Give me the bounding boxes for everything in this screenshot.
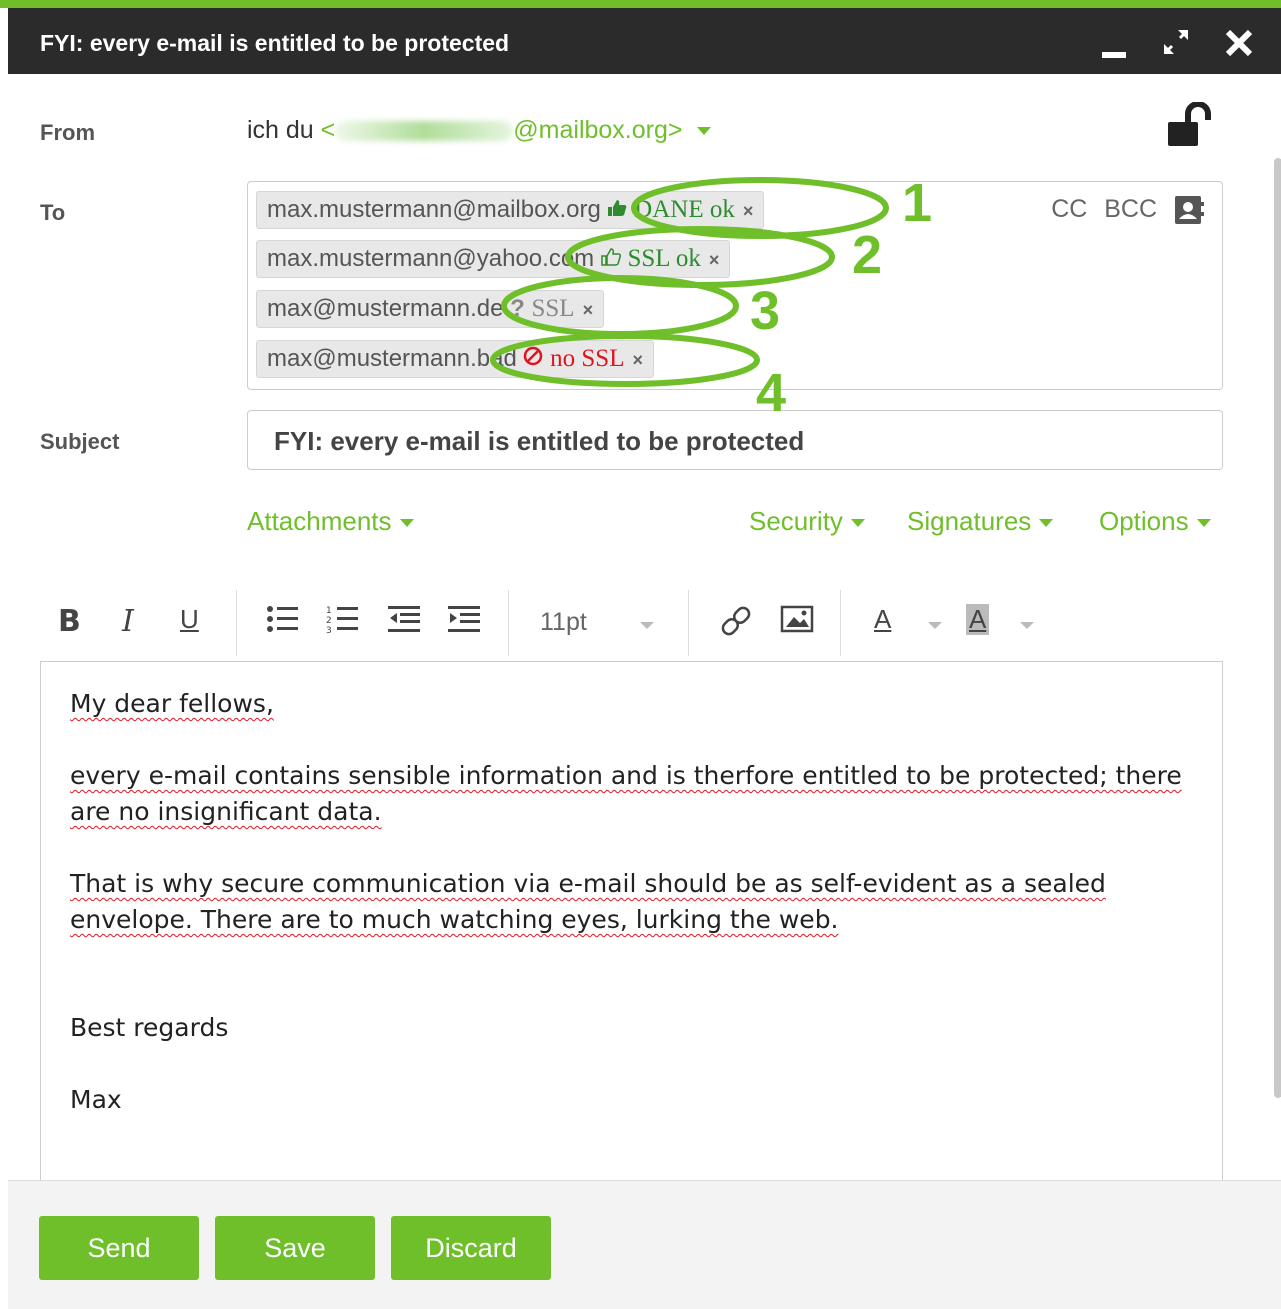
to-label: To (40, 200, 66, 225)
dane-status: DANE ok (634, 196, 735, 223)
question-icon: ? (510, 295, 525, 322)
annotation-number: 4 (756, 363, 787, 423)
toolbar-divider (688, 590, 689, 656)
signatures-menu[interactable]: Signatures (907, 506, 1054, 537)
discard-button[interactable]: Discard (391, 1216, 551, 1280)
message-body-editor[interactable]: My dear fellows, every e-mail contains s… (40, 661, 1223, 1261)
greeting-text: My dear fellows, (70, 689, 274, 718)
body-paragraph: every e-mail contains sensible informati… (70, 761, 1182, 826)
subject-label: Subject (40, 429, 120, 454)
window-title: FYI: every e-mail is entitled to be prot… (40, 30, 510, 56)
redacted-address (335, 121, 514, 142)
expand-icon[interactable] (1158, 22, 1194, 62)
greeting-line: My dear fellows, (70, 686, 1193, 722)
annotation-number: 3 (750, 281, 781, 341)
subject-input[interactable]: FYI: every e-mail is entitled to be prot… (247, 410, 1223, 470)
thumbs-up-filled-icon (607, 196, 634, 223)
cc-link[interactable]: CC (1051, 195, 1087, 223)
cc-bcc-area: CC BCC (1041, 194, 1204, 226)
close-icon[interactable] (1221, 22, 1257, 62)
compose-title-bar: FYI: every e-mail is entitled to be prot… (8, 8, 1281, 74)
svg-text:1: 1 (326, 606, 332, 616)
recipient-email: max@mustermann.bad (267, 345, 517, 372)
remove-recipient-icon[interactable]: × (709, 250, 720, 270)
font-color-button[interactable]: A (874, 604, 891, 635)
toolbar-divider (508, 590, 509, 656)
chevron-down-icon (1039, 519, 1054, 528)
accent-top-line (0, 0, 1281, 8)
chevron-down-icon (399, 519, 414, 528)
closing-line: Best regards (70, 1013, 229, 1042)
chevron-down-icon (640, 622, 654, 629)
options-menu[interactable]: Options (1099, 506, 1211, 537)
sender-open-bracket: < (320, 116, 336, 144)
signatures-label: Signatures (907, 506, 1032, 536)
scrollbar[interactable] (1274, 158, 1281, 1098)
thumbs-up-outline-icon (601, 245, 628, 272)
outdent-icon[interactable] (388, 604, 422, 642)
from-selector[interactable]: ich du < @mailbox.org> (247, 116, 712, 145)
recipients-field[interactable]: max.mustermann@mailbox.org DANE ok × max.… (247, 181, 1223, 390)
image-icon[interactable] (780, 604, 814, 642)
chevron-down-icon (697, 127, 712, 136)
toolbar-divider (840, 590, 841, 656)
svg-text:2: 2 (326, 616, 332, 626)
annotation-number: 1 (902, 173, 933, 233)
compose-footer: Send Save Discard (8, 1180, 1281, 1309)
link-icon[interactable] (718, 604, 754, 646)
signature-line: Max (70, 1085, 122, 1114)
save-button[interactable]: Save (215, 1216, 375, 1280)
no-ssl-status: no SSL (550, 345, 625, 372)
sender-name: ich du (247, 116, 314, 144)
bcc-link[interactable]: BCC (1104, 195, 1157, 223)
numbered-list-icon[interactable]: 123 (326, 604, 360, 642)
recipient-email: max.mustermann@mailbox.org (267, 196, 601, 223)
ssl-unknown-status: SSL (531, 295, 575, 322)
from-label: From (40, 120, 95, 145)
italic-button[interactable]: I (122, 604, 134, 639)
recipient-email: max@mustermann.de (267, 295, 504, 322)
minimize-icon[interactable] (1096, 22, 1132, 62)
recipient-token[interactable]: max@mustermann.bad no SSL × (256, 340, 654, 378)
svg-text:3: 3 (326, 626, 332, 634)
remove-recipient-icon[interactable]: × (743, 201, 754, 221)
bold-button[interactable]: B (58, 604, 81, 639)
chevron-down-icon (850, 519, 865, 528)
remove-recipient-icon[interactable]: × (583, 300, 594, 320)
recipient-email: max.mustermann@yahoo.com (267, 245, 595, 272)
compose-panel: From ich du < @mailbox.org> To max.muster… (8, 74, 1281, 1309)
remove-recipient-icon[interactable]: × (632, 350, 643, 370)
ssl-status: SSL ok (627, 245, 701, 272)
bullet-list-icon[interactable] (266, 604, 300, 642)
font-size-select[interactable]: 11pt (540, 608, 587, 637)
attachments-label: Attachments (247, 506, 392, 536)
unlocked-padlock-icon[interactable] (1166, 101, 1226, 152)
annotation-number: 2 (852, 225, 883, 285)
chevron-down-icon (1196, 519, 1211, 528)
address-book-icon[interactable] (1174, 194, 1204, 226)
recipient-token[interactable]: max.mustermann@yahoo.com SSL ok × (256, 240, 731, 278)
chevron-down-icon (1020, 622, 1034, 629)
chevron-down-icon (928, 622, 942, 629)
recipient-token[interactable]: max@mustermann.de ? SSL × (256, 290, 605, 328)
sender-domain: @mailbox.org> (513, 116, 683, 144)
editor-toolbar: B I U 123 11pt A A (40, 588, 1230, 658)
forbidden-icon (523, 345, 550, 372)
attachments-menu[interactable]: Attachments (247, 506, 414, 537)
underline-button[interactable]: U (180, 604, 199, 635)
security-menu[interactable]: Security (749, 506, 865, 537)
indent-icon[interactable] (448, 604, 482, 642)
background-color-button[interactable]: A (966, 604, 990, 635)
options-label: Options (1099, 506, 1189, 536)
security-label: Security (749, 506, 843, 536)
body-paragraph: That is why secure communication via e-m… (70, 869, 1106, 934)
recipient-token[interactable]: max.mustermann@mailbox.org DANE ok × (256, 191, 765, 229)
toolbar-divider (236, 590, 237, 656)
send-button[interactable]: Send (39, 1216, 199, 1280)
